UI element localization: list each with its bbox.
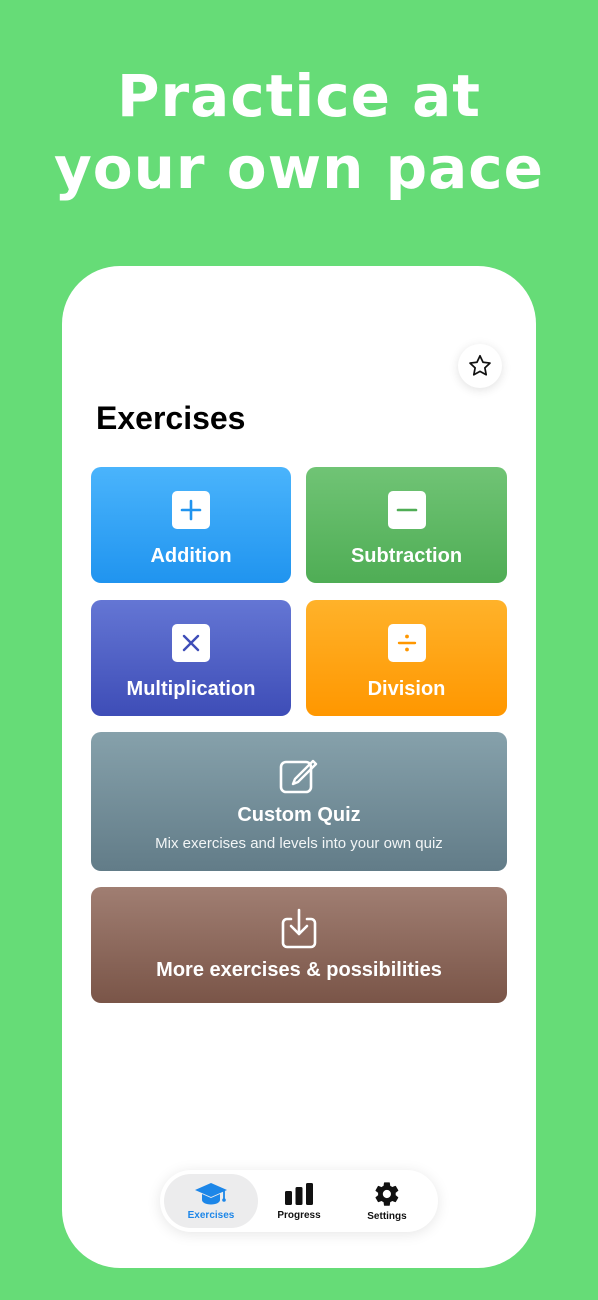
graduation-cap-icon [195, 1183, 227, 1205]
tab-exercises-label: Exercises [187, 1210, 235, 1221]
tab-progress-label: Progress [277, 1210, 321, 1221]
division-label: Division [367, 678, 446, 700]
bar-chart-icon [285, 1183, 313, 1205]
multiplication-tile[interactable]: Multiplication [91, 600, 291, 716]
custom-quiz-label: Custom Quiz [237, 804, 361, 826]
multiplication-label: Multiplication [126, 678, 256, 700]
more-exercises-tile[interactable]: More exercises & possibilities [91, 887, 507, 1003]
edit-icon [279, 759, 318, 794]
headline-line-2: your own pace [53, 134, 545, 202]
phone-screen: Exercises Addition Subtraction Multiplic… [62, 266, 536, 1268]
divide-icon [387, 624, 426, 662]
minus-icon [387, 491, 426, 529]
addition-label: Addition [150, 545, 232, 567]
download-icon [281, 908, 317, 949]
custom-quiz-tile[interactable]: Custom Quiz Mix exercises and levels int… [91, 732, 507, 871]
marketing-headline: Practice at your own pace [0, 60, 598, 204]
favorites-button[interactable] [458, 344, 502, 388]
subtraction-tile[interactable]: Subtraction [306, 467, 507, 583]
custom-quiz-subtitle: Mix exercises and levels into your own q… [155, 835, 443, 852]
tab-settings-label: Settings [367, 1211, 407, 1222]
page-title: Exercises [96, 400, 246, 436]
star-icon [469, 354, 491, 376]
headline-line-1: Practice at [116, 62, 481, 130]
gear-icon [375, 1182, 399, 1206]
tab-progress[interactable]: Progress [252, 1174, 346, 1228]
tab-bar: Exercises Progress Settings [160, 1170, 438, 1232]
subtraction-label: Subtraction [350, 545, 463, 567]
addition-tile[interactable]: Addition [91, 467, 291, 583]
division-tile[interactable]: Division [306, 600, 507, 716]
tab-settings[interactable]: Settings [340, 1174, 434, 1228]
plus-icon [172, 491, 210, 529]
more-exercises-label: More exercises & possibilities [156, 959, 442, 981]
multiply-icon [172, 624, 210, 662]
tab-exercises[interactable]: Exercises [164, 1174, 258, 1228]
